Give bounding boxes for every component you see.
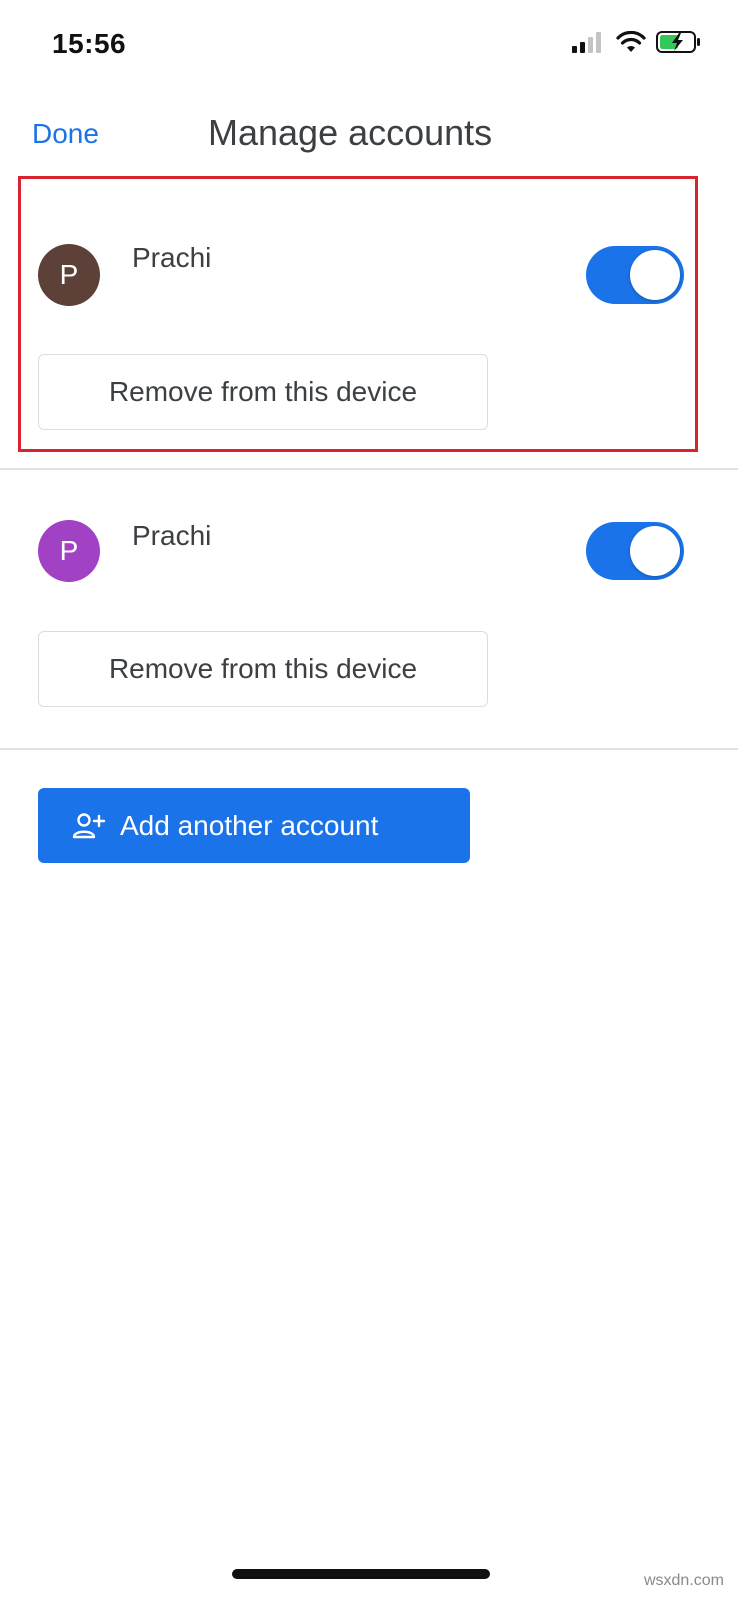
- remove-from-device-button[interactable]: Remove from this device: [38, 631, 488, 707]
- avatar-initial: P: [59, 259, 79, 290]
- account-toggle[interactable]: [586, 522, 684, 580]
- avatar: P: [38, 520, 100, 582]
- watermark: wsxdn.com: [643, 1572, 724, 1589]
- signal-icon: [572, 31, 606, 58]
- account-name: Prachi: [132, 520, 212, 551]
- done-button[interactable]: Done: [32, 118, 99, 150]
- avatar-initial: P: [59, 535, 79, 566]
- toggle-knob: [630, 250, 680, 300]
- toggle-knob: [630, 526, 680, 576]
- add-another-account-button[interactable]: Add another account: [38, 788, 470, 863]
- divider: [0, 748, 738, 750]
- account-row: P Prachi Remove from this device: [0, 470, 738, 748]
- remove-from-device-button[interactable]: Remove from this device: [38, 354, 488, 430]
- status-bar: 15:56: [0, 0, 738, 90]
- add-another-account-label: Add another account: [120, 809, 379, 841]
- home-indicator: [232, 1569, 490, 1579]
- wifi-icon: [616, 30, 646, 58]
- avatar: P: [38, 244, 100, 306]
- status-icons: [572, 30, 702, 59]
- add-person-icon: [72, 812, 106, 840]
- status-time: 15:56: [52, 28, 127, 59]
- battery-charging-icon: [656, 30, 702, 59]
- account-row: P Prachi Remove from this device: [0, 176, 738, 468]
- page-title: Manage accounts: [208, 112, 493, 153]
- account-toggle[interactable]: [586, 246, 684, 304]
- account-name: Prachi: [132, 242, 212, 273]
- header: Done Manage accounts: [0, 100, 738, 170]
